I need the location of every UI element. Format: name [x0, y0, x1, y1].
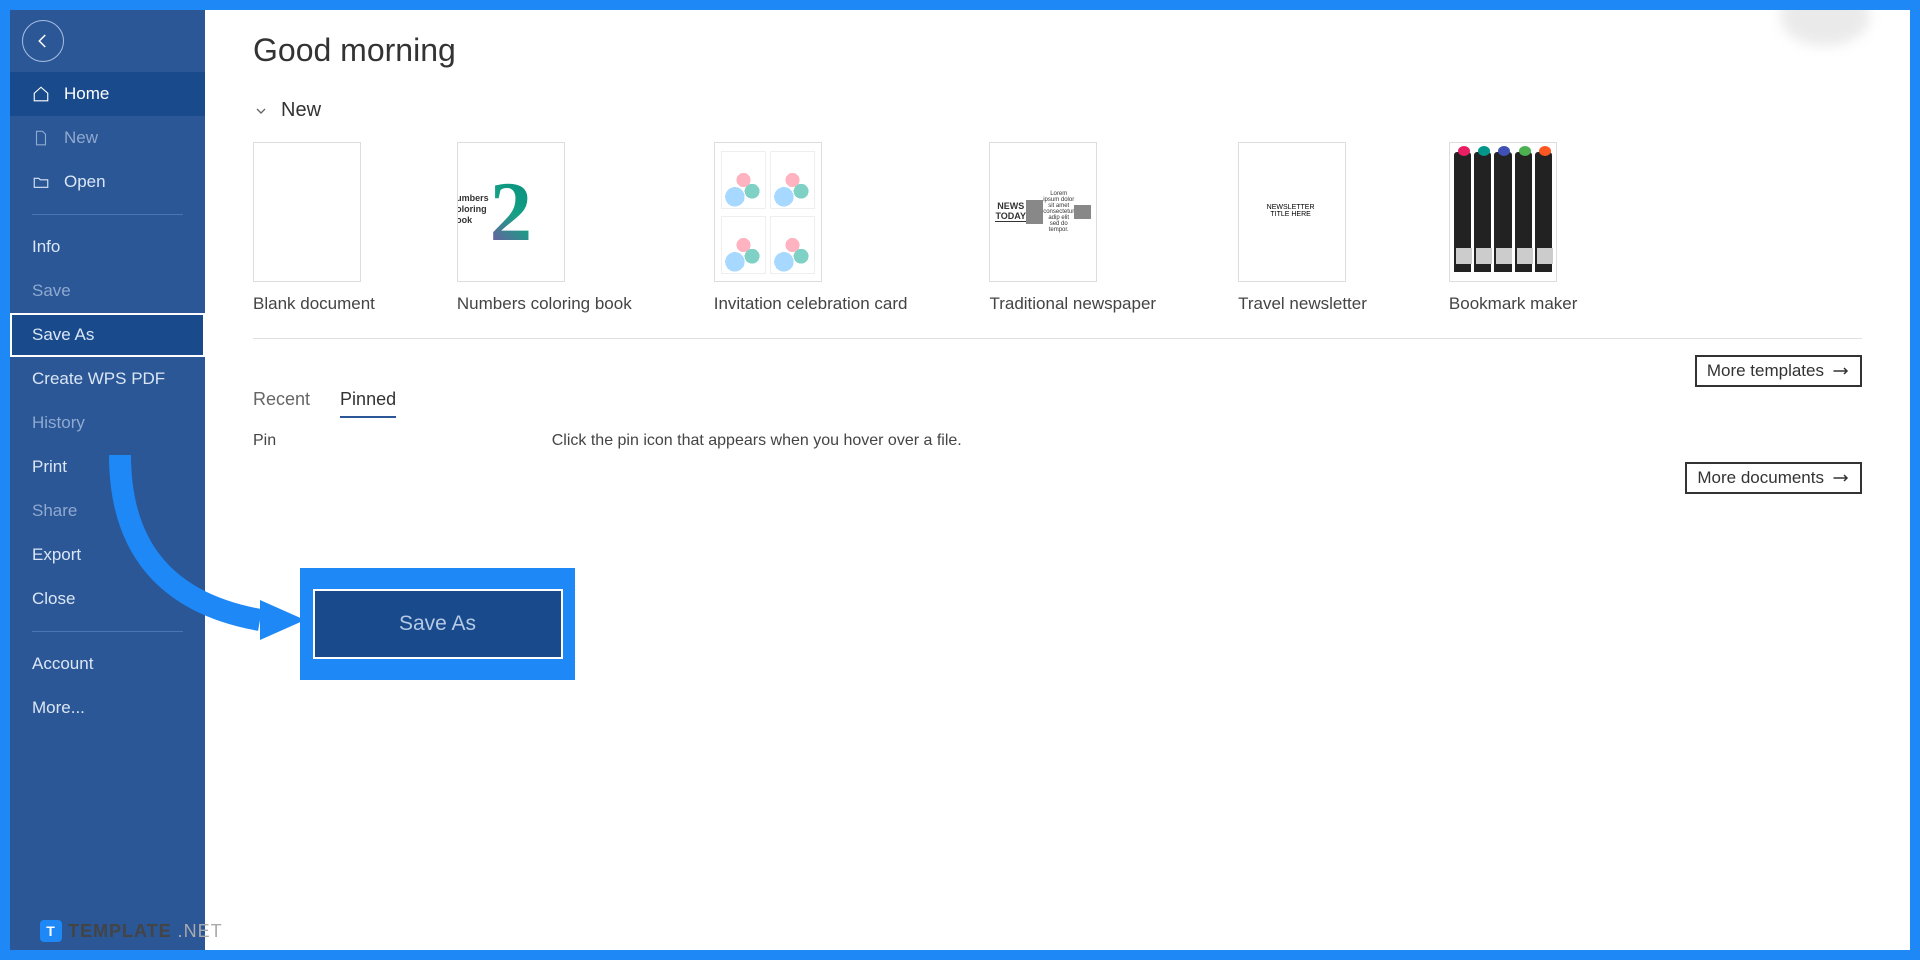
sidebar-label: Save: [32, 281, 71, 301]
sidebar-item-more[interactable]: More...: [10, 686, 205, 730]
document-tabs: Recent Pinned: [253, 389, 1862, 418]
pinned-hint-suffix: Click the pin icon that appears when you…: [552, 432, 962, 449]
template-thumbnail: [253, 142, 361, 282]
template-thumbnail: [1449, 142, 1557, 282]
sidebar-label: Home: [64, 84, 109, 104]
template-label: Invitation celebration card: [714, 294, 908, 314]
folder-open-icon: [32, 173, 50, 191]
sidebar-label: New: [64, 128, 98, 148]
tab-pinned[interactable]: Pinned: [340, 389, 396, 418]
sidebar-item-home[interactable]: Home: [10, 72, 205, 116]
template-label: Traditional newspaper: [989, 294, 1156, 314]
sidebar-label: More...: [32, 698, 85, 718]
main-panel: Good morning New Blank document 2Numbers…: [205, 10, 1910, 950]
sidebar-divider: [32, 214, 183, 215]
sidebar-item-save[interactable]: Save: [10, 269, 205, 313]
template-thumbnail: 2NumbersColoringBook: [457, 142, 565, 282]
template-label: Numbers coloring book: [457, 294, 632, 314]
sidebar-item-open[interactable]: Open: [10, 160, 205, 204]
arrow-right-icon: [1832, 471, 1850, 485]
template-invitation-card[interactable]: Invitation celebration card: [714, 142, 908, 314]
watermark-bold: TEMPLATE: [68, 921, 172, 942]
sidebar-item-print[interactable]: Print: [10, 445, 205, 489]
document-icon: [32, 129, 50, 147]
sidebar-item-create-wps-pdf[interactable]: Create WPS PDF: [10, 357, 205, 401]
sidebar-label: Create WPS PDF: [32, 369, 165, 389]
sidebar-item-new[interactable]: New: [10, 116, 205, 160]
sidebar-label: History: [32, 413, 85, 433]
sidebar-label: Close: [32, 589, 75, 609]
pinned-hint-text: Pin Click the pin icon that appears when…: [253, 432, 1862, 450]
template-bookmark-maker[interactable]: Bookmark maker: [1449, 142, 1577, 314]
sidebar-label: Save As: [32, 325, 94, 345]
more-documents-link[interactable]: More documents: [1685, 462, 1862, 494]
callout-save-as: Save As: [313, 589, 563, 659]
tab-recent[interactable]: Recent: [253, 389, 310, 418]
sidebar-item-save-as[interactable]: Save As: [10, 313, 205, 357]
sidebar-item-close[interactable]: Close: [10, 577, 205, 621]
template-thumbnail: NEWS TODAYLorem ipsum dolor sit amet con…: [989, 142, 1097, 282]
template-newspaper[interactable]: NEWS TODAYLorem ipsum dolor sit amet con…: [989, 142, 1156, 314]
section-rule: [253, 338, 1862, 339]
sidebar-label: Info: [32, 237, 60, 257]
sidebar-item-info[interactable]: Info: [10, 225, 205, 269]
backstage-window: Home New Open Info Save Save As Create W…: [10, 10, 1910, 950]
sidebar-label: Account: [32, 654, 93, 674]
template-label: Bookmark maker: [1449, 294, 1577, 314]
template-gallery: Blank document 2NumbersColoringBook Numb…: [253, 142, 1862, 314]
sidebar-label: Export: [32, 545, 81, 565]
sidebar-item-export[interactable]: Export: [10, 533, 205, 577]
back-button[interactable]: [22, 20, 64, 62]
sidebar-divider: [32, 631, 183, 632]
link-label: More templates: [1707, 361, 1824, 381]
sidebar-label: Share: [32, 501, 77, 521]
more-templates-link[interactable]: More templates: [1695, 355, 1862, 387]
chevron-down-icon: [253, 103, 269, 119]
callout-label: Save As: [399, 612, 476, 636]
template-travel-newsletter[interactable]: NEWSLETTERTITLE HERE Travel newsletter: [1238, 142, 1367, 314]
home-icon: [32, 85, 50, 103]
link-label: More documents: [1697, 468, 1824, 488]
watermark-icon: T: [40, 920, 62, 942]
greeting-title: Good morning: [253, 32, 1862, 69]
sidebar-item-account[interactable]: Account: [10, 642, 205, 686]
tutorial-callout: Save As: [300, 568, 575, 680]
sidebar-label: Print: [32, 457, 67, 477]
back-arrow-icon: [34, 32, 52, 50]
template-numbers-coloring[interactable]: 2NumbersColoringBook Numbers coloring bo…: [457, 142, 632, 314]
template-thumbnail: NEWSLETTERTITLE HERE: [1238, 142, 1346, 282]
sidebar-item-share[interactable]: Share: [10, 489, 205, 533]
template-label: Blank document: [253, 294, 375, 314]
watermark-light: .NET: [178, 921, 223, 942]
arrow-right-icon: [1832, 364, 1850, 378]
template-blank[interactable]: Blank document: [253, 142, 375, 314]
sidebar-item-history[interactable]: History: [10, 401, 205, 445]
section-title: New: [281, 99, 321, 122]
template-thumbnail: [714, 142, 822, 282]
watermark: T TEMPLATE .NET: [40, 920, 223, 942]
template-label: Travel newsletter: [1238, 294, 1367, 314]
sidebar-label: Open: [64, 172, 106, 192]
new-section-header[interactable]: New: [253, 99, 1862, 122]
file-sidebar: Home New Open Info Save Save As Create W…: [10, 10, 205, 950]
